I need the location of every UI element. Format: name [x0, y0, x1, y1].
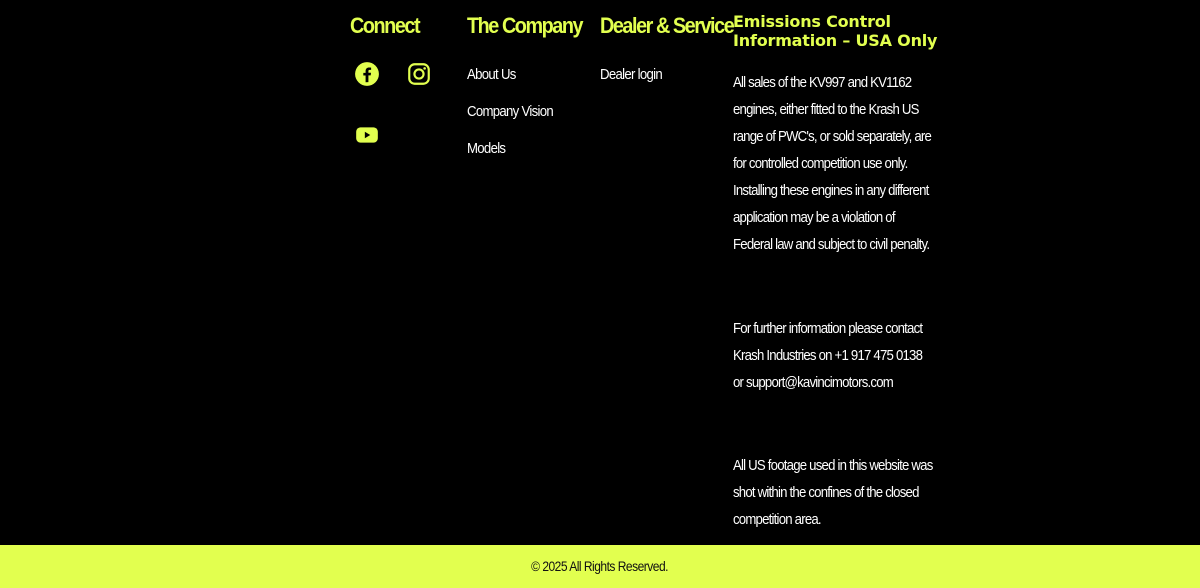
copyright-text-wrapper: © 2025 All Rights Reserved.	[0, 558, 1200, 574]
emissions-paragraph-3: All US footage used in this website was …	[733, 457, 933, 528]
company-heading: The Company	[467, 13, 584, 38]
copyright-bar: © 2025 All Rights Reserved.	[0, 545, 1200, 588]
footer-main: Connect The Company About Us Company Vis…	[0, 0, 1200, 545]
dealer-column: Dealer & Service	[600, 13, 748, 39]
facebook-icon[interactable]	[354, 61, 380, 87]
connect-column: Connect	[350, 13, 427, 39]
copyright-text: © 2025 All Rights Reserved.	[531, 558, 669, 574]
emissions-paragraph-2: For further information please contact K…	[733, 320, 923, 391]
emissions-column: Emissions Control Information – USA Only	[733, 12, 943, 50]
models-link[interactable]: Models	[467, 140, 506, 157]
emissions-title: Emissions Control Information – USA Only	[733, 12, 938, 50]
about-us-link[interactable]: About Us	[467, 66, 516, 83]
dealer-login-link[interactable]: Dealer login	[600, 66, 663, 83]
company-column: The Company	[467, 13, 595, 39]
company-vision-link[interactable]: Company Vision	[467, 103, 554, 120]
youtube-icon[interactable]	[354, 122, 380, 148]
instagram-icon[interactable]	[406, 61, 432, 87]
emissions-paragraph-1: All sales of the KV997 and KV1162 engine…	[733, 74, 932, 253]
connect-heading: Connect	[350, 13, 421, 38]
dealer-heading: Dealer & Service	[600, 13, 735, 38]
